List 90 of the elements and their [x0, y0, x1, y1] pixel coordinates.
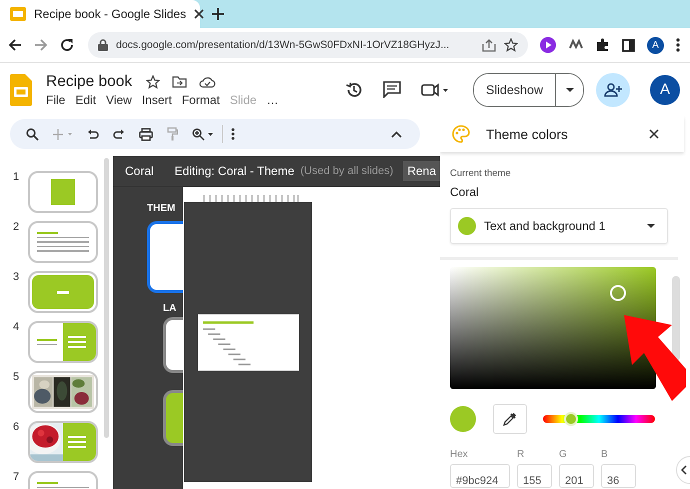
color-slot-dropdown[interactable]: Text and background 1 [450, 208, 668, 244]
slide-thumbnail[interactable] [28, 321, 98, 363]
tab-title: Recipe book - Google Slides [34, 7, 186, 21]
scrollbar[interactable] [672, 276, 680, 361]
hue-slider[interactable] [543, 415, 655, 423]
collapse-icon[interactable] [391, 130, 402, 138]
field-label: Hex [450, 449, 469, 460]
profile-avatar[interactable]: A [647, 36, 664, 54]
new-tab-icon[interactable] [212, 8, 224, 20]
eyedropper-button[interactable] [493, 404, 527, 434]
caret-icon [647, 224, 655, 228]
more-options-icon[interactable] [231, 128, 235, 140]
side-panel-icon[interactable] [622, 38, 635, 52]
hue-slider-thumb[interactable] [564, 412, 578, 426]
field-label: R [517, 449, 526, 460]
address-bar[interactable]: docs.google.com/presentation/d/13Wn-5GwS0FDxNI-1OrVZ18GHyzJ... [88, 32, 528, 58]
kebab-menu-icon[interactable] [676, 38, 680, 52]
menu-item[interactable]: Edit [75, 92, 96, 106]
color-preview [450, 406, 476, 432]
panel-title: Theme colors [486, 126, 569, 142]
field-label: G [559, 449, 568, 460]
add-person-icon [604, 82, 622, 96]
folder-icon[interactable] [172, 76, 188, 88]
forward-icon[interactable] [34, 38, 48, 52]
star-icon[interactable] [146, 74, 160, 88]
rename-button[interactable]: Rena [403, 161, 440, 181]
zoom-icon[interactable] [192, 128, 214, 140]
section-label: LA [163, 303, 176, 314]
slide-thumbnail[interactable] [28, 271, 98, 313]
input-field[interactable]: 36 [601, 464, 636, 488]
menu-item[interactable]: Format [182, 92, 220, 106]
slide-thumbnail[interactable] [28, 371, 98, 413]
slideshow-button[interactable]: Slideshow [474, 74, 556, 106]
cloud-icon[interactable] [199, 76, 216, 88]
input-field[interactable]: #9bc924 [450, 464, 510, 488]
close-icon[interactable] [194, 9, 204, 19]
current-theme-name: Coral [450, 185, 480, 199]
slide-thumbnail[interactable] [28, 221, 98, 263]
lock-icon [98, 39, 108, 51]
caret-icon [566, 88, 574, 92]
input-field[interactable]: 201 [559, 464, 594, 488]
slide-thumbnail[interactable] [28, 421, 98, 463]
editor-title: Editing: Coral - Theme [174, 164, 294, 178]
video-camera-icon[interactable] [421, 82, 450, 96]
color-swatch [458, 217, 476, 235]
account-avatar[interactable]: A [650, 74, 680, 104]
redo-icon[interactable] [113, 128, 125, 140]
share-button[interactable] [596, 72, 630, 106]
color-picker-area[interactable] [450, 267, 656, 389]
menu-item[interactable]: File [46, 92, 66, 106]
play-icon[interactable] [540, 37, 556, 53]
layout-thumbnail[interactable] [163, 390, 183, 446]
undo-icon[interactable] [87, 128, 99, 140]
close-icon[interactable] [649, 129, 659, 139]
palette-icon [452, 125, 470, 143]
picker-handle[interactable] [610, 285, 626, 301]
reload-icon[interactable] [60, 38, 74, 52]
slide-number: 3 [13, 271, 19, 283]
field-label: B [601, 449, 609, 460]
more-menu[interactable]: … [266, 92, 279, 106]
slide-thumbnail[interactable] [28, 171, 98, 213]
eyedropper-icon [503, 412, 517, 426]
puzzle-icon[interactable] [596, 38, 610, 52]
menu-item[interactable]: View [106, 92, 132, 106]
master-thumbnail[interactable] [147, 221, 183, 293]
menu-item[interactable]: Insert [142, 92, 172, 106]
input-field[interactable]: 155 [517, 464, 552, 488]
share-icon[interactable] [482, 38, 496, 52]
document-title[interactable]: Recipe book [46, 72, 132, 90]
section-label: THEM [147, 203, 176, 214]
slide-number: 5 [13, 371, 19, 383]
layout-thumbnail[interactable] [163, 317, 183, 373]
slides-icon [10, 7, 26, 21]
slide-number: 2 [13, 221, 19, 233]
star-icon[interactable] [504, 38, 518, 52]
history-icon[interactable] [345, 80, 364, 98]
chevron-left-icon [681, 465, 687, 475]
slide-number: 1 [13, 171, 19, 183]
back-icon[interactable] [8, 38, 22, 52]
theme-name: Coral [125, 164, 155, 178]
editor-note: (Used by all slides) [300, 165, 394, 177]
slide-number: 4 [13, 321, 19, 333]
print-icon[interactable] [139, 128, 153, 140]
comment-icon[interactable] [383, 81, 402, 98]
slide-number: 7 [13, 471, 19, 483]
scrollbar[interactable] [104, 158, 109, 438]
search-icon[interactable] [26, 128, 39, 140]
current-theme-label: Current theme [450, 168, 512, 179]
url-text: docs.google.com/presentation/d/13Wn-5GwS0FDxNI-1OrVZ18GHyzJ... [116, 39, 450, 51]
slide-number: 6 [13, 421, 19, 433]
